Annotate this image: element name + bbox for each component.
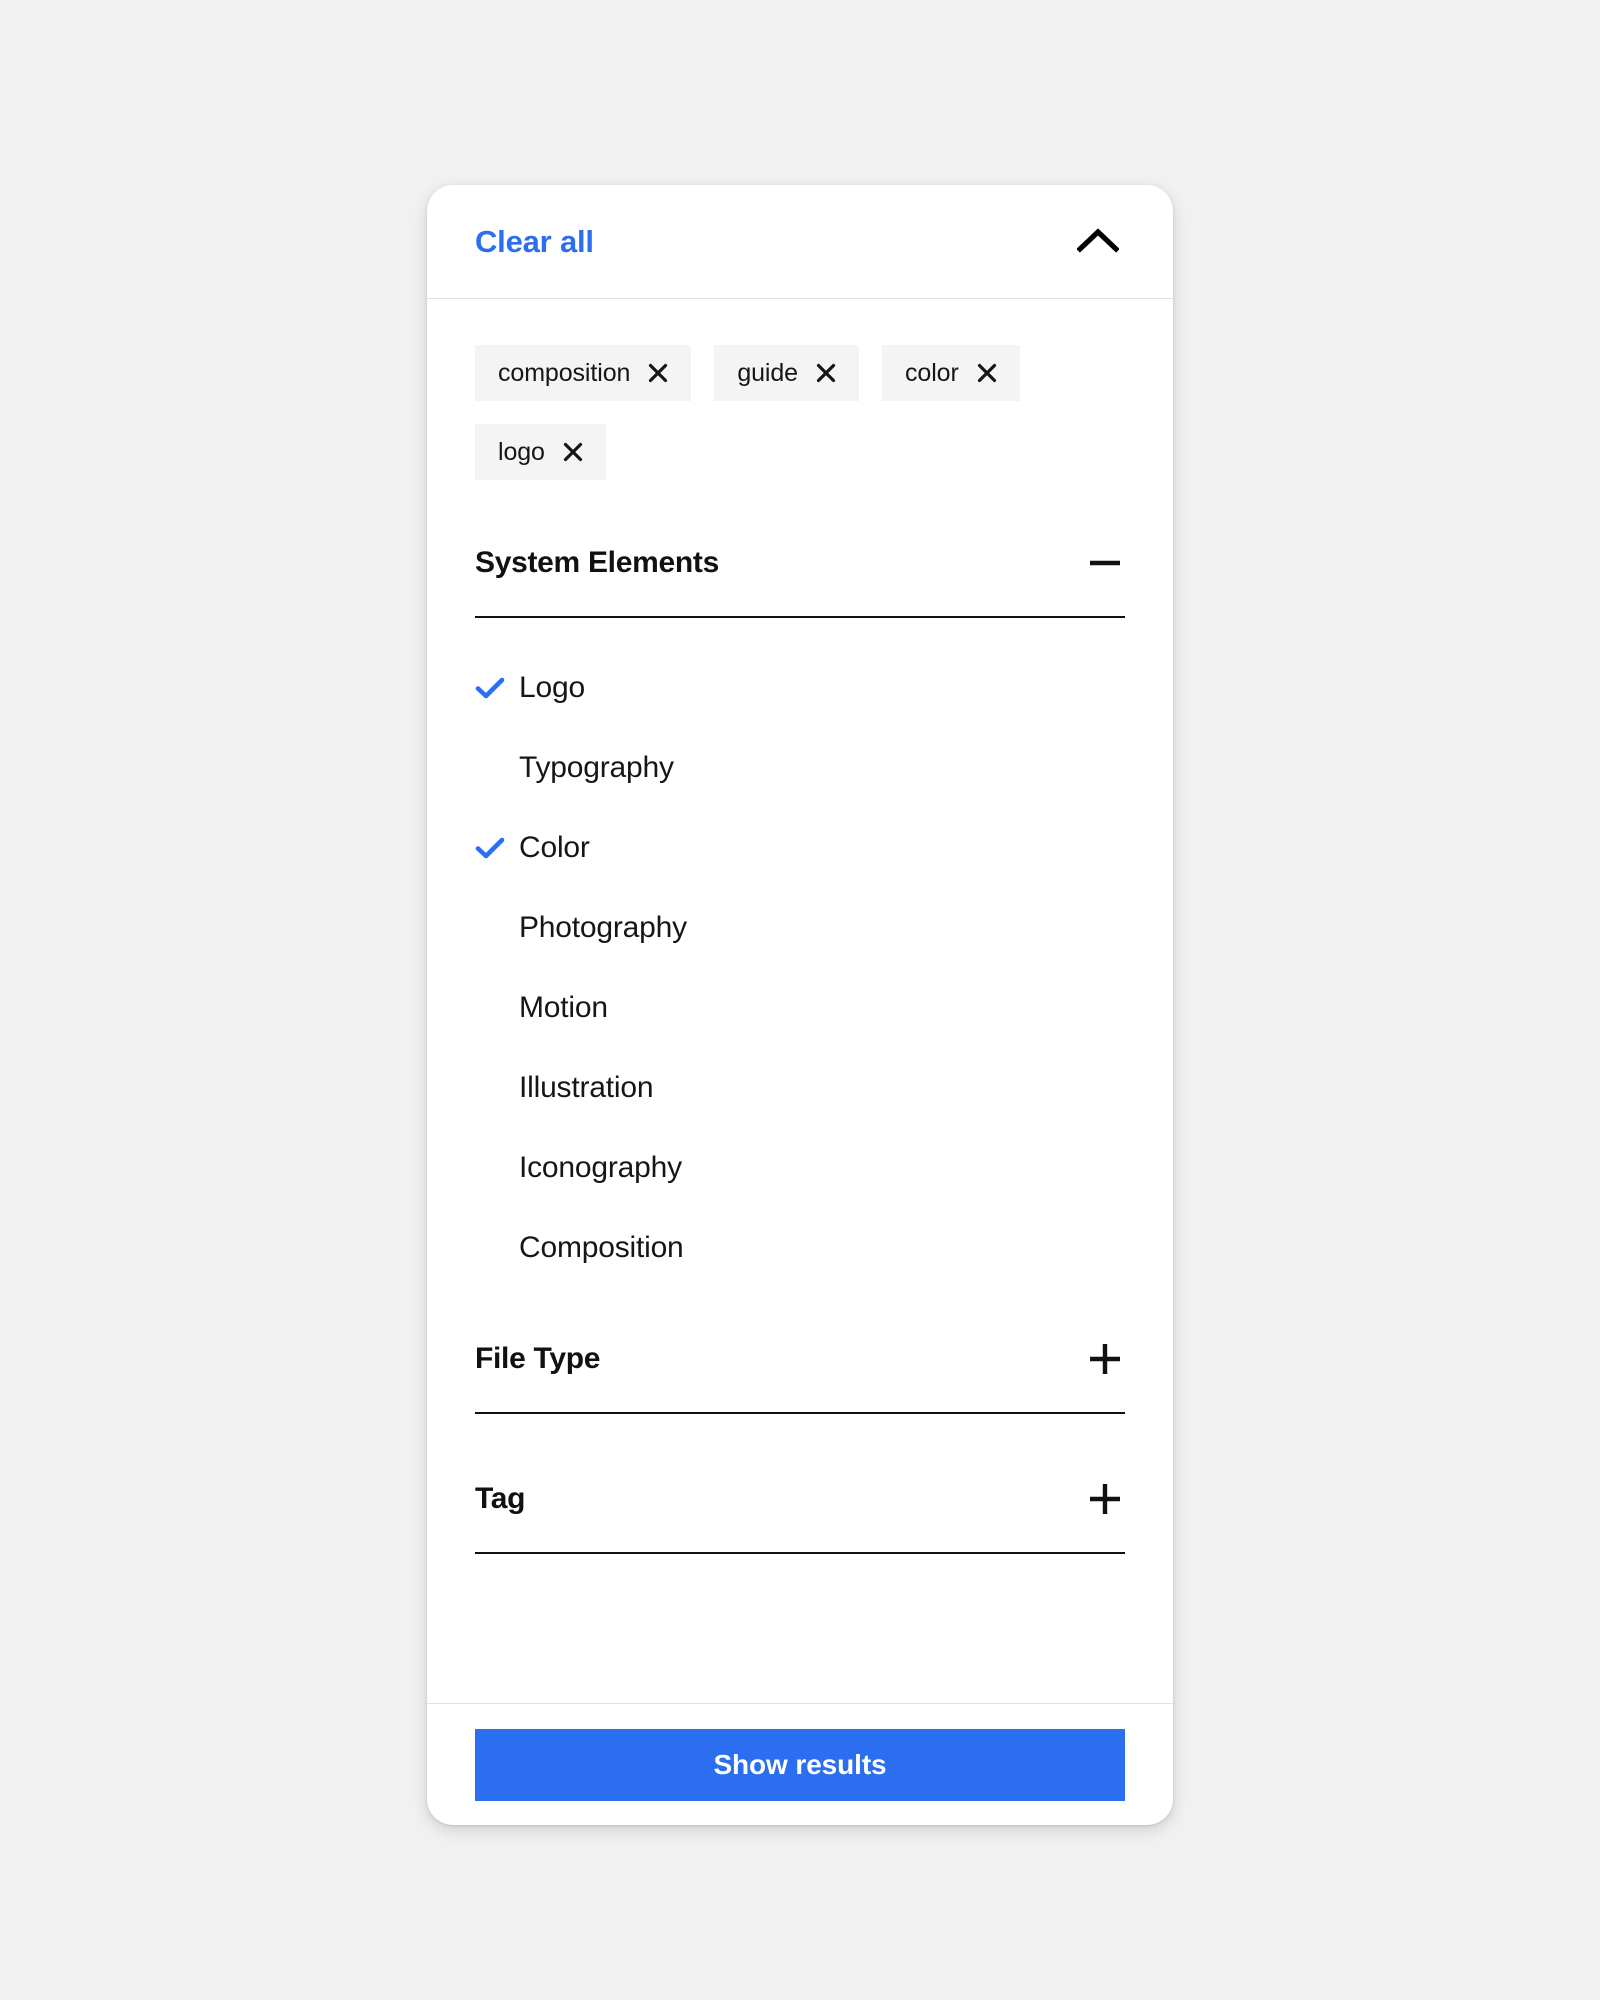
- chip-label: logo: [498, 437, 545, 466]
- option-composition[interactable]: Composition: [475, 1208, 1125, 1288]
- option-label: Iconography: [519, 1151, 682, 1184]
- section-toggle-tag[interactable]: Tag: [475, 1464, 1125, 1534]
- option-label: Illustration: [519, 1071, 654, 1104]
- filter-chip-logo[interactable]: logo: [475, 424, 606, 480]
- option-label: Photography: [519, 911, 687, 944]
- option-label: Color: [519, 831, 590, 864]
- option-color[interactable]: Color: [475, 808, 1125, 888]
- section-title: Tag: [475, 1482, 526, 1515]
- clear-all-button[interactable]: Clear all: [475, 224, 594, 260]
- section-toggle-file-type[interactable]: File Type: [475, 1324, 1125, 1394]
- check-icon: [475, 836, 519, 860]
- option-label: Typography: [519, 751, 674, 784]
- option-label: Composition: [519, 1231, 684, 1264]
- filter-section-tag: Tag: [475, 1414, 1125, 1554]
- check-icon: [475, 676, 519, 700]
- plus-icon: [1085, 1339, 1125, 1379]
- section-title: System Elements: [475, 546, 719, 579]
- option-iconography[interactable]: Iconography: [475, 1128, 1125, 1208]
- option-logo[interactable]: Logo: [475, 648, 1125, 728]
- section-toggle-system-elements[interactable]: System Elements: [475, 528, 1125, 598]
- option-label: Logo: [519, 671, 585, 704]
- chip-label: color: [904, 358, 959, 387]
- filter-panel-header: Clear all: [427, 185, 1173, 299]
- filter-section-file-type: File Type: [475, 1310, 1125, 1414]
- section-divider: [475, 1552, 1125, 1554]
- filter-panel-body: composition guide color logo System Elem…: [427, 299, 1173, 1703]
- option-typography[interactable]: Typography: [475, 728, 1125, 808]
- filter-chip-color[interactable]: color: [881, 345, 1020, 401]
- close-icon[interactable]: [977, 363, 997, 383]
- option-motion[interactable]: Motion: [475, 968, 1125, 1048]
- filter-chip-composition[interactable]: composition: [475, 345, 692, 401]
- chevron-up-icon: [1076, 227, 1120, 256]
- chip-label: composition: [498, 358, 631, 387]
- plus-icon: [1085, 1479, 1125, 1519]
- show-results-button[interactable]: Show results: [475, 1728, 1125, 1801]
- option-label: Motion: [519, 991, 608, 1024]
- filter-chip-guide[interactable]: guide: [714, 345, 859, 401]
- minus-icon: [1085, 543, 1125, 583]
- option-list-system-elements: Logo Typography Color Photography Motion…: [475, 618, 1125, 1310]
- panel-collapse-button[interactable]: [1075, 219, 1121, 265]
- chip-label: guide: [737, 358, 798, 387]
- selected-filters: composition guide color logo: [475, 345, 1125, 480]
- filter-panel-footer: Show results: [427, 1703, 1173, 1825]
- filter-section-system-elements: System Elements Logo Typography Color Ph…: [475, 514, 1125, 1310]
- filter-panel: Clear all composition guide color logo S…: [427, 185, 1173, 1825]
- close-icon[interactable]: [648, 363, 668, 383]
- option-photography[interactable]: Photography: [475, 888, 1125, 968]
- option-illustration[interactable]: Illustration: [475, 1048, 1125, 1128]
- close-icon[interactable]: [563, 442, 583, 462]
- close-icon[interactable]: [816, 363, 836, 383]
- section-title: File Type: [475, 1342, 601, 1375]
